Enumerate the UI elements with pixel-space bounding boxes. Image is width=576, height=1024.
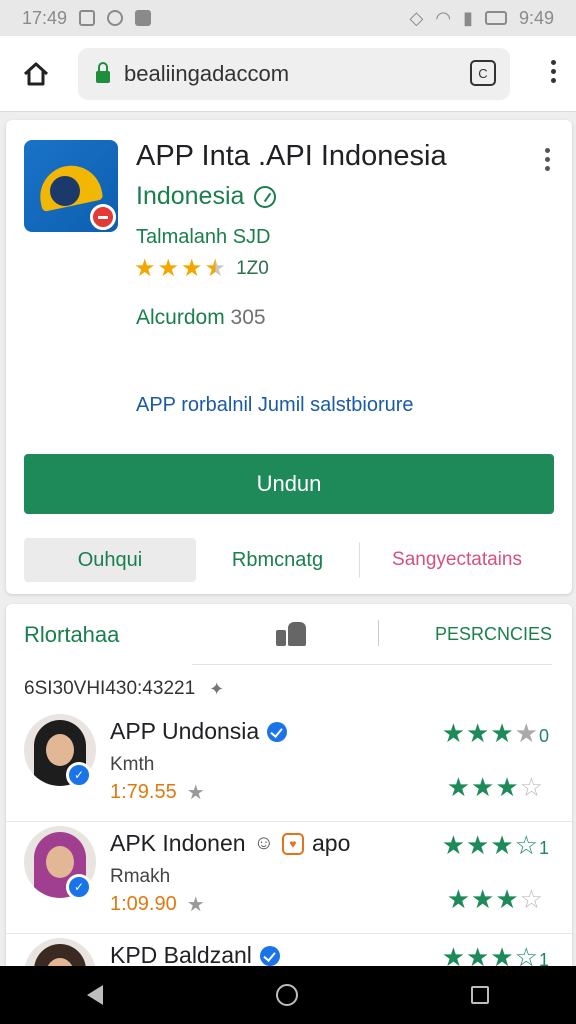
heart-icon: ♥ <box>281 832 304 855</box>
browser-menu-button[interactable] <box>551 60 556 83</box>
review-subtitle: Rmakh <box>110 866 171 887</box>
verified-badge-icon <box>259 945 280 966</box>
filter-icon: ✦ <box>209 678 225 699</box>
signal-icon: ▮ <box>463 7 473 28</box>
vibrate-icon: ◇ <box>409 7 424 28</box>
half-star-icon: ★ <box>204 255 227 282</box>
recents-icon[interactable] <box>471 986 490 1004</box>
review-subtitle: Kmth <box>110 754 155 775</box>
app-overflow-menu[interactable] <box>545 148 550 171</box>
action-row: Ouhqui Rbmcnatg Sangyectatains <box>24 538 554 582</box>
divider-line <box>192 664 552 665</box>
install-button[interactable]: Undun <box>24 454 554 514</box>
image-notification-icon <box>79 10 96 26</box>
reviews-title: Rlortahaa <box>24 622 120 647</box>
action-button-3[interactable]: Sangyectatains <box>360 538 554 582</box>
back-icon[interactable] <box>86 985 103 1005</box>
home-icon <box>23 62 49 85</box>
reviewer-name: KPD Baldzanl <box>110 942 252 968</box>
category-label: Alcurdom <box>136 306 225 329</box>
settings-notification-icon <box>107 10 124 26</box>
tab-switcher-button[interactable]: C <box>470 60 496 86</box>
app-subtitle: Talmalanh SJD <box>136 226 271 248</box>
category-number: 305 <box>230 306 266 329</box>
developer-name: Indonesia <box>136 182 245 210</box>
review-date-row: 1:09.90 ★ <box>110 892 205 917</box>
category-line: Alcurdom 305 <box>136 306 266 330</box>
filter-row[interactable]: 6SI30VHI430:43221 ✦ <box>24 678 224 700</box>
battery-icon <box>484 11 507 25</box>
divider <box>378 620 379 646</box>
reviewer-name: APP Undonsia <box>110 718 260 744</box>
action-button-2[interactable]: Rbmcnatg <box>196 542 360 578</box>
star-icon: ★ <box>157 255 180 282</box>
rating-row: ★ ★ ★ ★ 1Z0 <box>134 254 269 283</box>
review-item[interactable]: ✓ APK Indonen ☺ ♥ apo Rmakh 1:09.90 ★ ★★… <box>6 822 572 934</box>
avatar-badge-icon: ✓ <box>66 762 92 788</box>
review-rating-top: ★★★★0 <box>441 718 550 748</box>
description-link[interactable]: APP rorbalnil Jumil salstbiorure <box>136 394 414 417</box>
minus-badge-icon <box>90 204 116 230</box>
review-item[interactable]: KPD Baldzanl ★★★☆1 <box>6 934 572 970</box>
lock-icon <box>96 62 110 83</box>
star-icon: ★ <box>181 255 203 282</box>
avatar-badge-icon: ✓ <box>66 874 92 900</box>
home-circle-icon[interactable] <box>275 984 298 1006</box>
reviewer-name-row: APK Indonen ☺ ♥ apo <box>110 830 350 857</box>
url-text: bealiingadaccom <box>124 61 290 86</box>
menu-dot-icon <box>545 157 550 162</box>
reviews-right-link[interactable]: PESRCNCIES <box>435 624 552 645</box>
review-date: 1:79.55 <box>110 781 177 803</box>
rating-count: 1Z0 <box>236 257 269 279</box>
reviewer-extra: apo <box>311 830 351 856</box>
action-button-1[interactable]: Ouhqui <box>24 538 196 582</box>
address-bar[interactable]: bealiingadaccom C <box>78 48 510 100</box>
review-date-row: 1:79.55 ★ <box>110 780 205 805</box>
menu-dot-icon <box>551 60 556 65</box>
reviewer-name: APK Indonen <box>110 830 246 856</box>
menu-dot-icon <box>545 166 550 171</box>
review-rating-bottom: ★★★☆ <box>446 884 544 914</box>
review-rating-bottom: ★★★☆ <box>446 772 544 802</box>
menu-dot-icon <box>545 148 550 153</box>
app-detail-card: APP Inta .API Indonesia Indonesia Talmal… <box>6 120 572 594</box>
app-notification-icon <box>135 10 152 26</box>
app-icon[interactable] <box>24 140 118 232</box>
wifi-icon: ◠ <box>435 7 452 28</box>
review-item[interactable]: ✓ APP Undonsia Kmth 1:79.55 ★ ★★★★0 ★★★☆ <box>6 710 572 822</box>
reviews-card: Rlortahaa PESRCNCIES 6SI30VHI430:43221 ✦… <box>6 604 572 970</box>
status-time-right: 9:49 <box>518 7 554 28</box>
system-nav-bar <box>0 966 576 1024</box>
app-title: APP Inta .API Indonesia <box>136 140 447 172</box>
verified-badge-icon <box>267 721 288 742</box>
star-outline-icon: ★ <box>186 894 205 916</box>
status-bar: 17:49 ◇ ◠ ▮ 9:49 <box>0 0 576 36</box>
app-logo-circle <box>50 176 80 206</box>
star-icon: ★ <box>134 255 156 282</box>
verified-icon <box>254 185 277 208</box>
thumbs-up-icon[interactable] <box>276 622 308 648</box>
emoji-icon: ☺ <box>253 832 274 854</box>
developer-link[interactable]: Indonesia <box>136 182 277 211</box>
browser-toolbar: bealiingadaccom C <box>0 36 576 112</box>
reviewer-name-row: KPD Baldzanl <box>110 942 280 969</box>
menu-dot-icon <box>551 69 556 74</box>
filter-text: 6SI30VHI430:43221 <box>24 678 196 699</box>
home-button[interactable] <box>0 36 72 112</box>
status-time: 17:49 <box>22 7 68 28</box>
reviewer-name-row: APP Undonsia <box>110 718 288 745</box>
review-date: 1:09.90 <box>110 893 177 915</box>
star-outline-icon: ★ <box>186 782 205 804</box>
menu-dot-icon <box>551 78 556 83</box>
review-rating-top: ★★★☆1 <box>441 830 550 860</box>
